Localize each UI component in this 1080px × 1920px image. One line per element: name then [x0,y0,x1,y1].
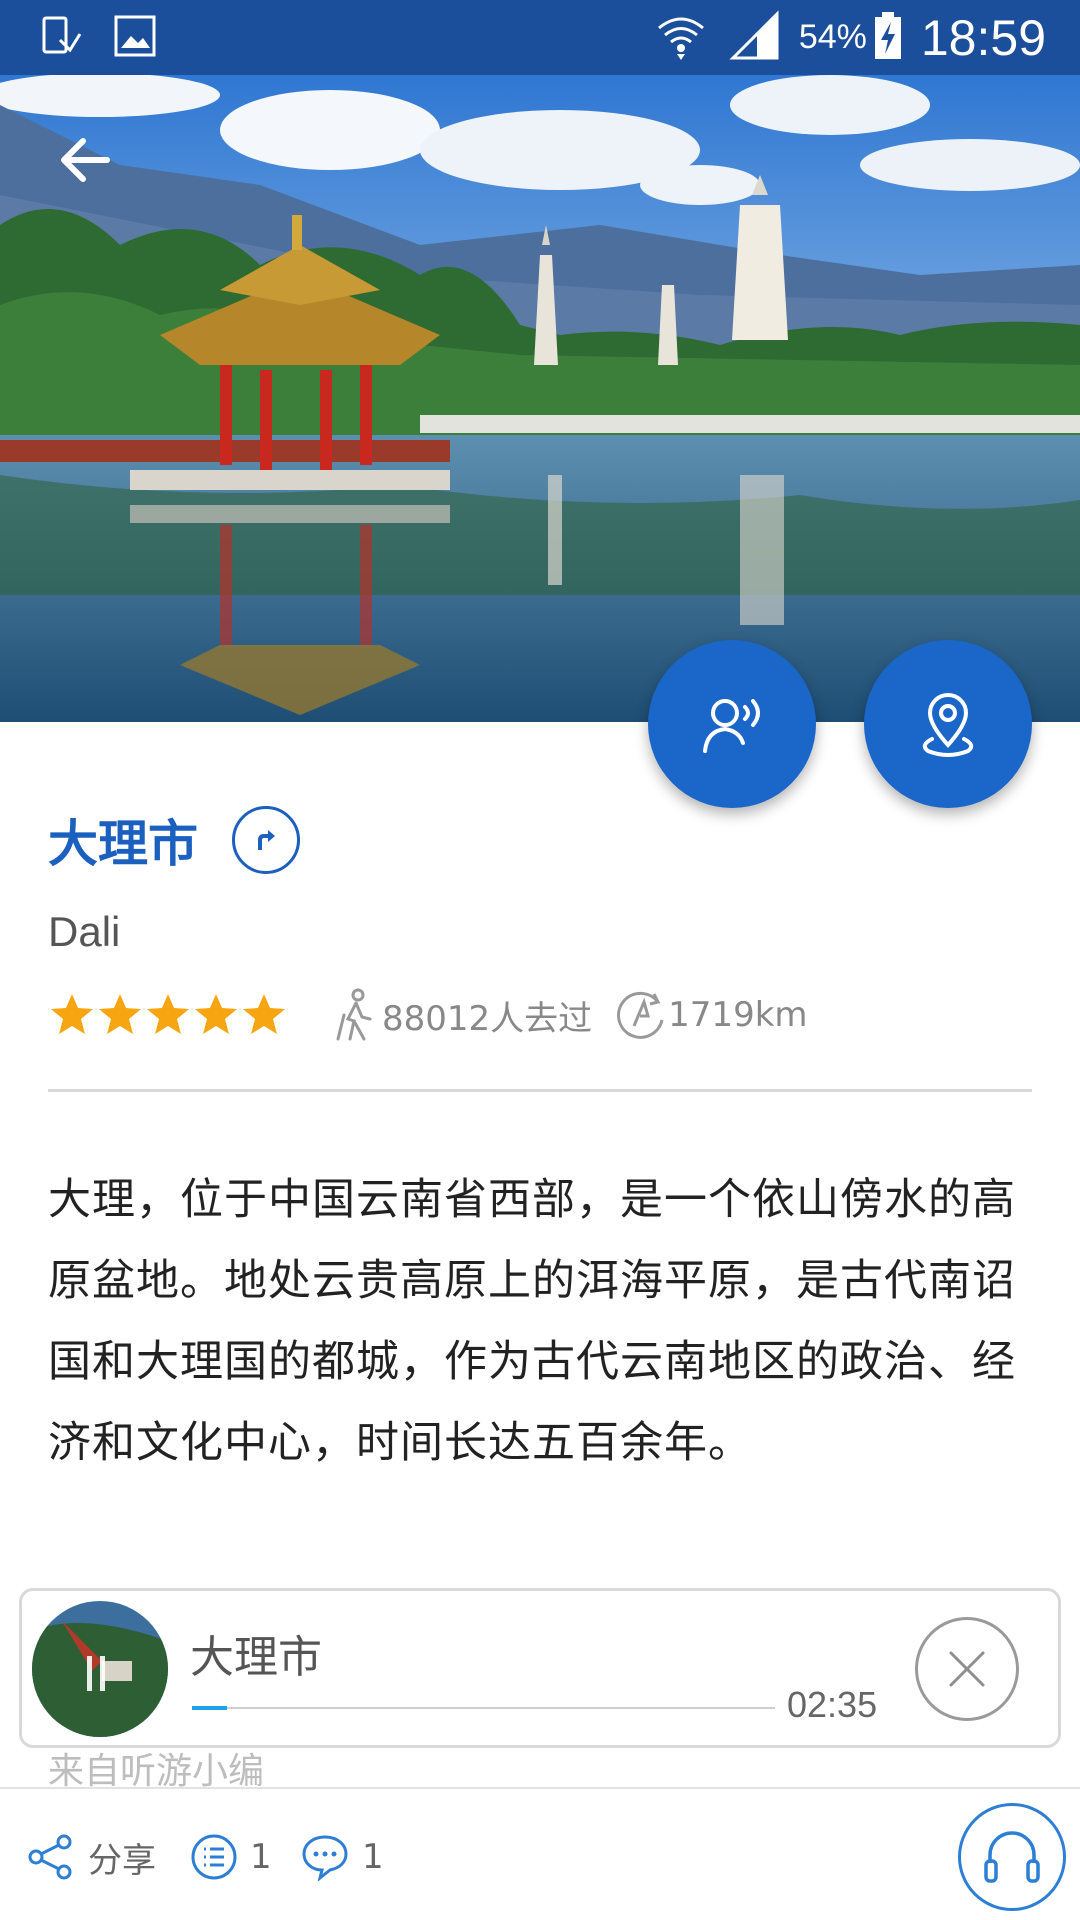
share-button[interactable]: 分享 [26,1827,156,1887]
map-pin-icon [922,693,974,757]
page-title: 大理市 [48,815,198,873]
person-speaking-icon [703,699,760,753]
status-right: 54% 18:59 [655,0,1080,75]
distance-text: 1719km [668,995,808,1035]
headphone-icon [984,1831,1040,1883]
star-icon [243,994,285,1034]
turn-right-icon [258,830,275,850]
share-label: 分享 [88,1840,156,1881]
player-thumbnail[interactable] [32,1601,168,1737]
arrow-left-icon [61,138,110,182]
player-title: 大理市 [190,1632,322,1683]
comment-count: 1 [362,1837,384,1877]
battery-percent: 54% [798,18,867,56]
image-icon [113,14,157,58]
star-icon [99,994,141,1034]
title-row: 大理市 [48,800,300,880]
location-button[interactable] [864,640,1032,808]
player-progress[interactable] [192,1706,775,1710]
visitor-count-text: 88012人去过 [382,998,593,1039]
list-icon [191,1834,237,1880]
distance-icon [617,991,664,1039]
signal-icon [729,9,781,66]
hero-image [0,75,1080,722]
visitor-count: 88012人去过 [330,987,592,1043]
player-close-button[interactable] [915,1617,1019,1721]
player-time: 02:35 [787,1684,878,1725]
star-icon [147,994,189,1034]
status-bar: 54% 18:59 [0,0,1080,75]
list-count: 1 [250,1837,272,1877]
comment-button[interactable]: 1 [300,1827,384,1887]
audio-player-card[interactable]: 大理市 02:35 [19,1588,1061,1748]
bottom-bar: 分享 1 1 [0,1787,1080,1920]
stats-row: 88012人去过 1719km [48,985,808,1045]
place-description: 大理，位于中国云南省西部，是一个依山傍水的高原盆地。地处云贵高原上的洱海平原，是… [48,1175,1016,1468]
distance: 1719km [614,988,808,1042]
comment-icon [302,1835,348,1881]
share-icon [28,1834,72,1880]
player-progress-fill [192,1706,227,1710]
star-icon [195,994,237,1034]
device-sync-icon [40,14,84,58]
divider [48,1089,1032,1092]
rating-stars [48,991,288,1039]
wifi-icon [655,10,707,66]
close-icon [949,1651,985,1687]
headphone-button[interactable] [958,1803,1066,1911]
back-button[interactable] [50,125,120,195]
place-subtitle: Dali [48,908,121,955]
navigate-button[interactable] [232,806,300,874]
list-button[interactable]: 1 [190,1827,272,1887]
pause-icon [87,1656,92,1691]
star-icon [51,994,93,1034]
battery-charging-icon [873,10,903,66]
walker-icon [336,988,372,1041]
status-time: 18:59 [920,9,1046,66]
audio-guide-button[interactable] [648,640,816,808]
